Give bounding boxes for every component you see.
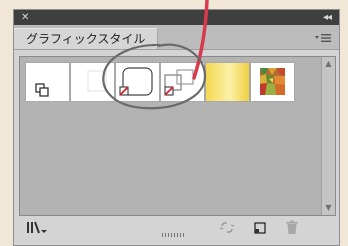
break-link-icon[interactable] xyxy=(219,220,235,235)
swatch-blank-style[interactable] xyxy=(70,62,115,102)
close-icon[interactable]: ✕ xyxy=(21,10,29,25)
resize-grip[interactable] xyxy=(162,233,186,237)
collapse-icon[interactable]: ◂◂ xyxy=(323,10,332,25)
blank-style-icon xyxy=(87,70,107,92)
library-menu-icon[interactable] xyxy=(26,220,48,235)
offset-rect-icon xyxy=(164,69,194,96)
panel-tab-row: グラフィックスタイル xyxy=(14,25,339,50)
panel-titlebar: ✕ ◂◂ xyxy=(14,10,339,25)
styles-grid: ▲ ▼ xyxy=(19,56,336,216)
default-style-icon xyxy=(35,83,49,97)
swatch-default-style[interactable] xyxy=(25,62,70,102)
vertical-scrollbar[interactable]: ▲ ▼ xyxy=(321,57,335,215)
panel-menu-icon[interactable] xyxy=(315,33,331,43)
rounded-rect-icon xyxy=(119,67,153,96)
graphic-styles-panel: ✕ ◂◂ グラフィックスタイル ▲ ▼ xyxy=(13,9,340,246)
new-style-icon[interactable] xyxy=(252,220,268,235)
panel-bottom-toolbar xyxy=(14,217,339,238)
scroll-down-arrow-icon[interactable]: ▼ xyxy=(323,203,334,213)
swatch-rounded-rect-style[interactable] xyxy=(115,62,160,102)
mosaic-icon xyxy=(260,68,285,95)
tab-graphic-styles[interactable]: グラフィックスタイル xyxy=(14,28,159,49)
swatch-yellow-gradient-style[interactable] xyxy=(205,62,250,102)
scroll-up-arrow-icon[interactable]: ▲ xyxy=(323,59,334,69)
trash-icon[interactable] xyxy=(284,220,300,235)
swatch-offset-rect-style[interactable] xyxy=(160,62,205,102)
swatch-mosaic-style[interactable] xyxy=(250,62,295,102)
